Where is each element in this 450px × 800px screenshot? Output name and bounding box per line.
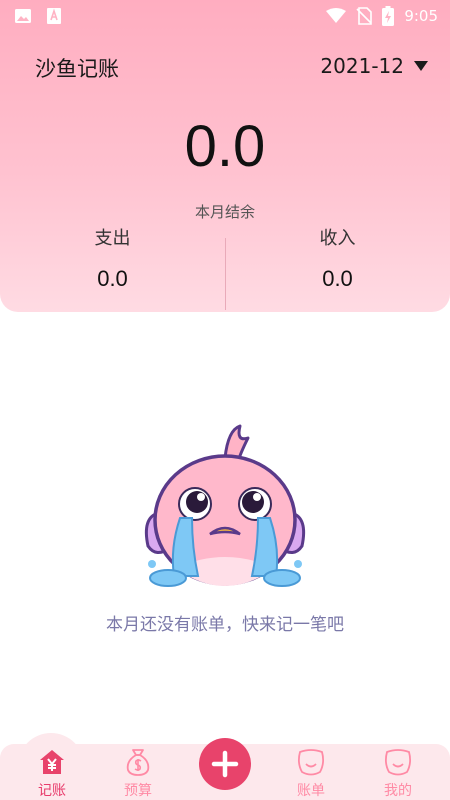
battery-charging-icon — [382, 6, 395, 26]
income-value: 0.0 — [322, 266, 353, 291]
image-icon — [15, 9, 31, 23]
house-yen-icon — [40, 750, 64, 774]
crying-bird-mascot-icon — [144, 424, 306, 587]
expense-value: 0.0 — [97, 266, 128, 291]
balance-label: 本月结余 — [194, 203, 255, 221]
plus-icon — [211, 750, 239, 778]
balance-value: 0.0 — [184, 114, 266, 179]
tab-profile-label: 我的 — [384, 783, 412, 799]
face-icon — [297, 749, 325, 776]
font-icon — [47, 8, 61, 24]
month-value: 2021-12 — [320, 54, 404, 78]
money-bag-icon — [126, 749, 150, 776]
add-record-button[interactable] — [199, 738, 251, 790]
month-picker[interactable]: 2021-12 — [320, 54, 428, 78]
tab-bookkeeping-label: 记账 — [38, 783, 66, 799]
expense-label: 支出 — [94, 228, 131, 249]
tab-budget[interactable]: 预算 — [108, 744, 168, 800]
tab-bills-label: 账单 — [297, 783, 325, 799]
tab-profile[interactable]: 我的 — [368, 744, 428, 800]
header-panel: 9:05 沙鱼记账 2021-12 0.0 本月结余 支出 0.0 收入 0.0 — [0, 0, 450, 312]
empty-state-message: 本月还没有账单，快来记一笔吧 — [106, 615, 344, 635]
wifi-icon — [326, 8, 347, 23]
tab-budget-label: 预算 — [124, 783, 152, 799]
no-sim-icon — [356, 7, 373, 25]
tab-bookkeeping[interactable]: 记账 — [22, 744, 82, 800]
tab-bills[interactable]: 账单 — [281, 744, 341, 800]
dropdown-triangle-icon — [414, 61, 428, 71]
income-label: 收入 — [319, 228, 356, 249]
face-icon — [384, 749, 412, 776]
status-bar: 9:05 — [0, 0, 450, 32]
status-time: 9:05 — [404, 7, 438, 25]
income-summary: 收入 0.0 — [225, 224, 450, 292]
app-title: 沙鱼记账 — [35, 57, 119, 81]
expense-summary: 支出 0.0 — [0, 224, 225, 292]
